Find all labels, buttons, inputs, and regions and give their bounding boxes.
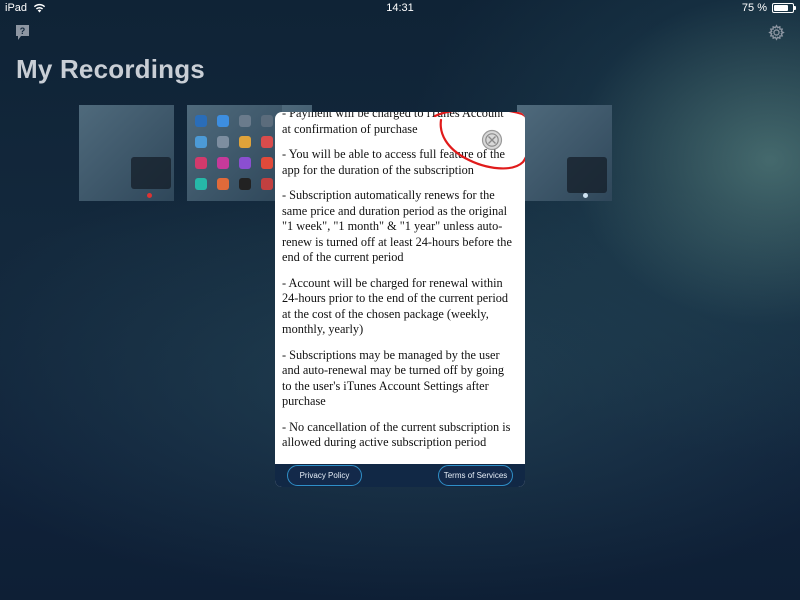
recording-thumbnail-1[interactable] <box>79 105 174 201</box>
help-icon[interactable]: ? <box>15 24 30 41</box>
recording-thumbnail-2[interactable] <box>187 105 282 201</box>
recording-thumbnail-4[interactable] <box>517 105 612 201</box>
page-title: My Recordings <box>16 54 205 84</box>
status-time: 14:31 <box>386 2 414 14</box>
terms-text[interactable]: - Payment will be charged to iTunes Acco… <box>275 112 525 464</box>
terms-paragraph: - No cancellation of the current subscri… <box>282 419 511 450</box>
terms-paragraph: - Subscription automatically renews for … <box>282 188 512 264</box>
battery-icon <box>772 3 796 13</box>
terms-paragraph: - Subscriptions may be managed by the us… <box>282 347 505 409</box>
close-icon <box>481 129 503 151</box>
status-right: 75 % <box>741 2 796 14</box>
privacy-policy-button[interactable]: Privacy Policy <box>287 465 362 486</box>
battery-text: 75 % <box>741 2 767 14</box>
terms-paragraph: - You will be able to access full featur… <box>282 147 505 177</box>
subscription-terms-modal: - Payment will be charged to iTunes Acco… <box>275 112 525 487</box>
terms-paragraph: - Account will be charged for renewal wi… <box>282 275 509 337</box>
terms-of-services-button[interactable]: Terms of Services <box>438 465 513 486</box>
battery-fill <box>774 5 788 11</box>
close-button[interactable] <box>481 129 503 151</box>
gear-icon[interactable] <box>768 24 785 41</box>
modal-footer: Privacy Policy Terms of Services <box>275 464 525 487</box>
status-bar: iPad 14:31 75 % <box>0 0 800 18</box>
svg-text:?: ? <box>20 26 26 36</box>
